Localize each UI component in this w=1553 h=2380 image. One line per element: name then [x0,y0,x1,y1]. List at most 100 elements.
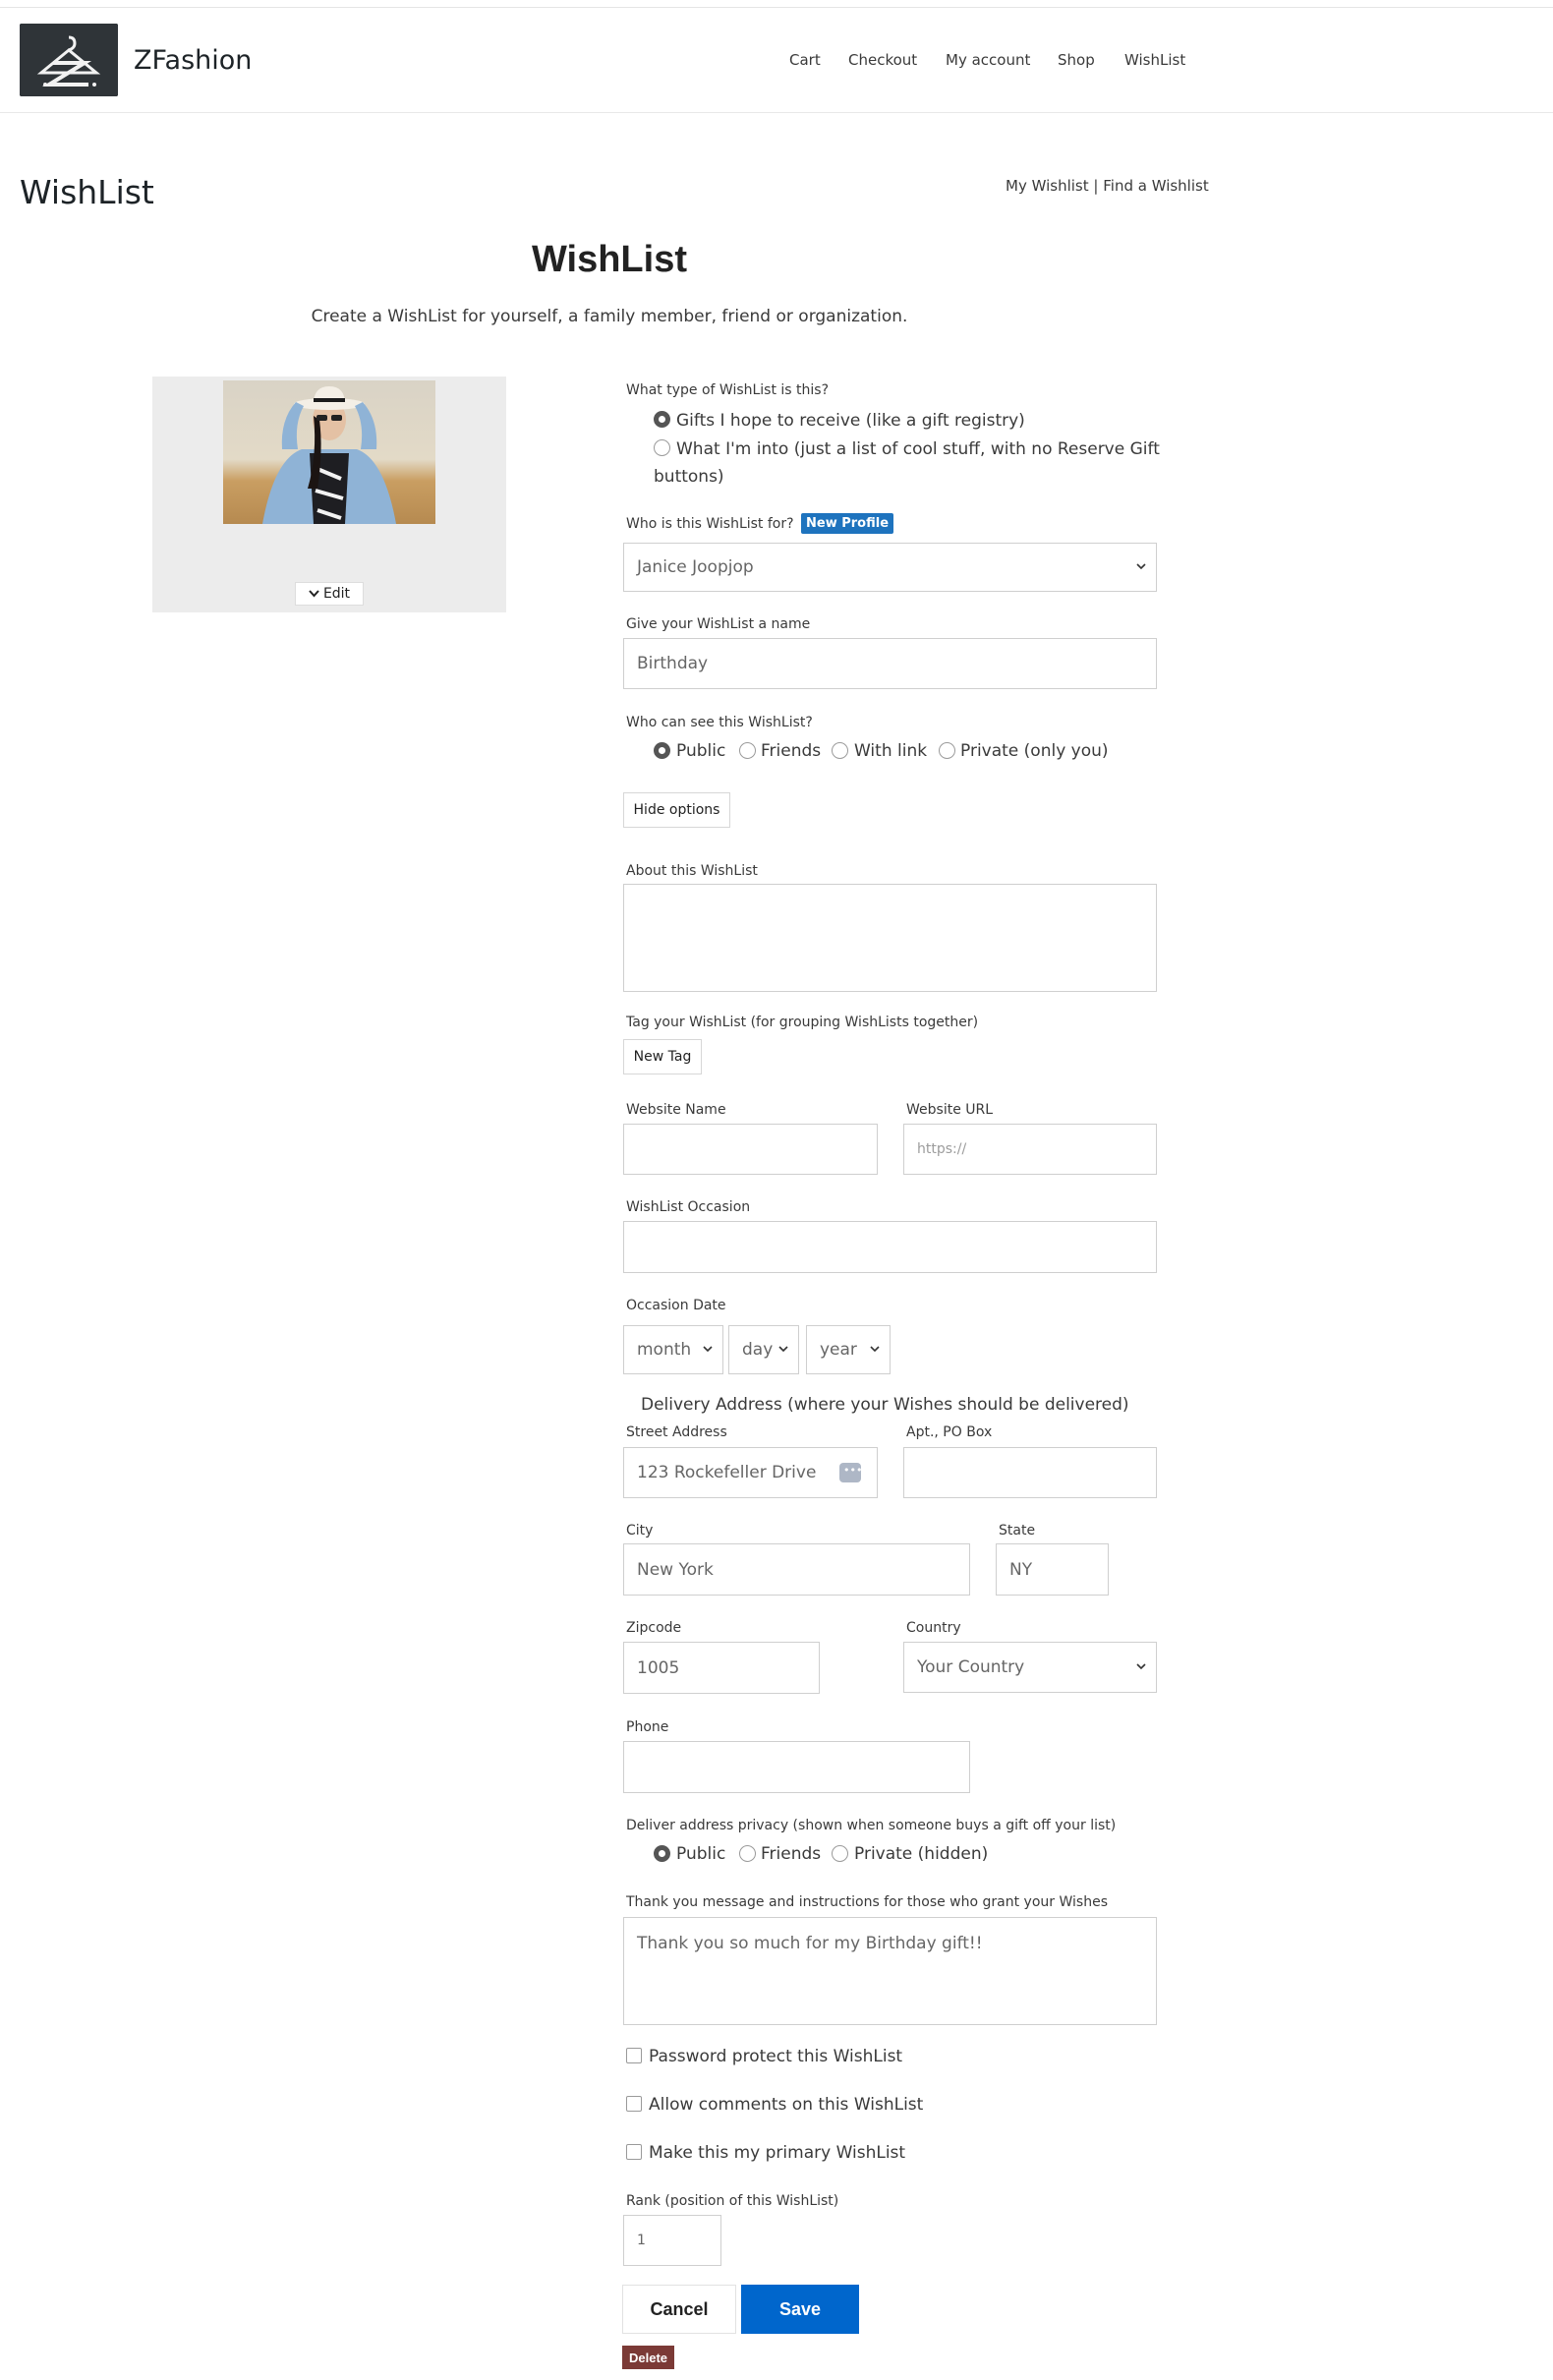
occasion-input[interactable] [623,1221,1157,1273]
street-label: Street Address [626,1424,727,1440]
edit-image-button[interactable]: Edit [295,582,364,606]
privacy-radio-public[interactable] [654,1845,670,1862]
allow-comments-checkbox[interactable] [626,2096,642,2112]
new-tag-button[interactable]: New Tag [623,1039,702,1074]
hanger-logo-icon [20,24,118,96]
wishlist-links: My Wishlist | Find a Wishlist [1006,177,1209,195]
year-value: year [820,1340,857,1360]
primary-wishlist-checkbox[interactable] [626,2144,642,2160]
chevron-down-icon [870,1346,880,1353]
city-label: City [626,1523,654,1538]
privacy-radio-private[interactable] [832,1845,848,1862]
autofill-icon[interactable] [839,1463,862,1482]
occasion-month-select[interactable]: month [623,1325,723,1374]
my-wishlist-link[interactable]: My Wishlist [1006,177,1089,195]
visibility-radio-public[interactable] [654,742,670,759]
site-header: ZFashion Cart Checkout My account Shop W… [0,8,1553,113]
password-protect-label: Password protect this WishList [649,2047,903,2066]
type-label: What type of WishList is this? [626,382,830,398]
phone-label: Phone [626,1719,669,1735]
occasion-day-select[interactable]: day [728,1325,799,1374]
apt-input[interactable] [903,1447,1157,1498]
zip-label: Zipcode [626,1620,682,1636]
site-title[interactable]: ZFashion [134,45,252,76]
rank-input[interactable]: 1 [623,2215,721,2266]
page-title: WishList [20,173,154,211]
website-url-input[interactable]: https:// [903,1124,1157,1175]
state-input[interactable]: NY [996,1543,1109,1596]
phone-input[interactable] [623,1741,970,1793]
street-address-input[interactable]: 123 Rockefeller Drive [623,1447,878,1498]
allow-comments-label: Allow comments on this WishList [649,2095,924,2115]
site-logo[interactable] [20,24,118,96]
delivery-heading: Delivery Address (where your Wishes shou… [641,1395,1129,1415]
for-select[interactable]: Janice Joopjop [623,543,1157,592]
about-label: About this WishList [626,863,758,879]
month-value: month [637,1340,692,1360]
type-option-gifts: Gifts I hope to receive (like a gift reg… [676,411,1025,431]
for-select-value: Janice Joopjop [637,557,754,577]
city-input[interactable]: New York [623,1543,970,1596]
visibility-option-with-link: With link [854,741,928,761]
form-heading: WishList [532,239,687,280]
apt-label: Apt., PO Box [906,1424,993,1440]
chevron-down-icon [1136,1663,1146,1670]
cancel-button[interactable]: Cancel [622,2285,736,2334]
tag-label: Tag your WishList (for grouping WishList… [626,1015,979,1030]
delete-button[interactable]: Delete [622,2346,674,2369]
privacy-label: Deliver address privacy (shown when some… [626,1818,1117,1833]
nav-checkout[interactable]: Checkout [848,51,917,69]
thanks-textarea[interactable]: Thank you so much for my Birthday gift!! [623,1917,1157,2025]
nav-shop[interactable]: Shop [1058,51,1095,69]
zipcode-input[interactable]: 1005 [623,1642,820,1694]
website-name-label: Website Name [626,1102,726,1118]
type-radio-into[interactable] [654,439,670,456]
type-radio-gifts[interactable] [654,411,670,428]
website-name-input[interactable] [623,1124,878,1175]
wishlist-name-input[interactable]: Birthday [623,638,1157,689]
country-select[interactable]: Your Country [903,1642,1157,1693]
wishlist-photo [223,380,435,524]
hide-options-button[interactable]: Hide options [623,792,730,828]
country-label: Country [906,1620,961,1636]
visibility-label: Who can see this WishList? [626,715,813,730]
rank-label: Rank (position of this WishList) [626,2193,839,2209]
privacy-radio-friends[interactable] [739,1845,756,1862]
visibility-option-public: Public [676,741,726,761]
occasion-date-label: Occasion Date [626,1298,726,1313]
top-border [0,0,1553,8]
link-separator: | [1093,177,1099,195]
website-url-label: Website URL [906,1102,994,1118]
nav-cart[interactable]: Cart [789,51,821,69]
street-address-value: 123 Rockefeller Drive [637,1463,817,1482]
password-protect-checkbox[interactable] [626,2048,642,2063]
country-value: Your Country [917,1657,1025,1677]
thanks-label: Thank you message and instructions for t… [626,1894,1108,1910]
chevron-down-icon [309,590,319,598]
day-value: day [742,1340,774,1360]
find-wishlist-link[interactable]: Find a Wishlist [1103,177,1208,195]
visibility-option-friends: Friends [761,741,822,761]
state-label: State [999,1523,1036,1538]
save-button[interactable]: Save [741,2285,859,2334]
primary-wishlist-label: Make this my primary WishList [649,2143,906,2163]
chevron-down-icon [703,1346,713,1353]
occasion-label: WishList Occasion [626,1199,751,1215]
privacy-option-friends: Friends [761,1844,822,1864]
chevron-down-icon [778,1346,788,1353]
about-textarea[interactable] [623,884,1157,992]
chevron-down-icon [1136,563,1146,570]
visibility-radio-private[interactable] [939,742,955,759]
nav-wishlist[interactable]: WishList [1124,51,1185,69]
for-label: Who is this WishList for? [626,516,794,532]
visibility-radio-friends[interactable] [739,742,756,759]
form-subheading: Create a WishList for yourself, a family… [311,307,908,326]
edit-label: Edit [322,586,351,602]
new-profile-button[interactable]: New Profile [801,513,894,534]
wishlist-image-box: Edit [152,377,506,612]
visibility-radio-with-link[interactable] [832,742,848,759]
nav-my-account[interactable]: My account [946,51,1030,69]
occasion-year-select[interactable]: year [806,1325,891,1374]
visibility-option-private: Private (only you) [960,741,1109,761]
name-label: Give your WishList a name [626,616,811,632]
